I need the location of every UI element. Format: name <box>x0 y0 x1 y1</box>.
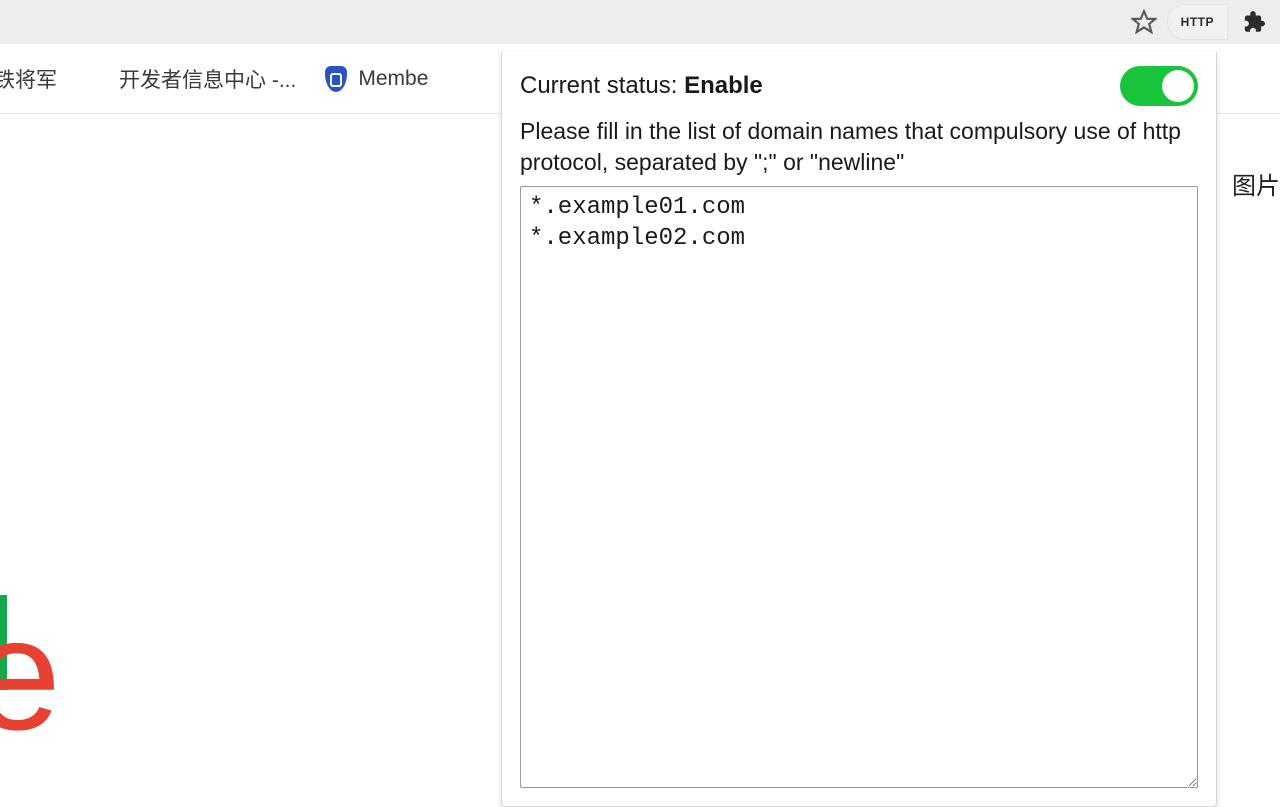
popup-status-title: Current status: Enable <box>520 72 763 100</box>
page-nav-text[interactable]: 图片 <box>1232 166 1280 201</box>
bookmark-label: 开发者信息中心 -... <box>119 64 296 94</box>
bookmark-star-icon[interactable] <box>1129 7 1159 37</box>
popup-status-value: Enable <box>684 72 763 99</box>
popup-status-prefix: Current status: <box>520 72 684 99</box>
extension-button[interactable]: HTTP <box>1167 4 1228 40</box>
popup-description: Please fill in the list of domain names … <box>520 116 1198 178</box>
extension-popup: Current status: Enable Please fill in th… <box>501 52 1217 807</box>
bookmark-item[interactable]: 铁将军 <box>0 64 57 94</box>
domain-list-textarea[interactable] <box>520 186 1198 788</box>
bookmark-label: 铁将军 <box>0 64 57 94</box>
enable-toggle[interactable] <box>1120 66 1198 106</box>
bookmark-item[interactable]: Membe <box>324 67 428 91</box>
popup-header: Current status: Enable <box>520 66 1198 106</box>
shield-icon <box>324 67 348 91</box>
google-g-icon <box>85 67 109 91</box>
google-logo-fragment-e: e <box>0 594 61 754</box>
bookmark-item[interactable]: 开发者信息中心 -... <box>85 64 296 94</box>
address-bar-strip: HTTP <box>0 0 1280 44</box>
extension-button-label: HTTP <box>1181 15 1214 29</box>
bookmark-label: Membe <box>358 67 428 91</box>
extensions-menu-icon[interactable] <box>1236 5 1270 39</box>
toggle-knob <box>1162 70 1194 102</box>
